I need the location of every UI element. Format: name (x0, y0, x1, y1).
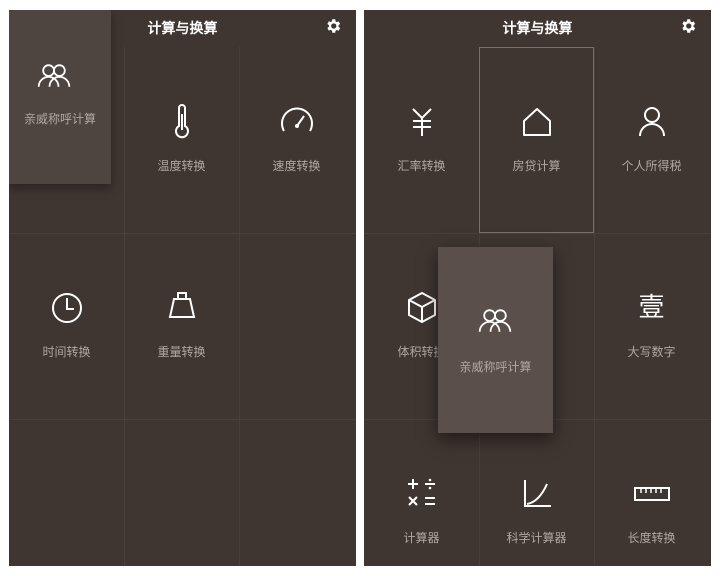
tool-label: 汇率转换 (397, 159, 446, 173)
curve-icon (523, 480, 551, 507)
gear-icon[interactable] (324, 17, 342, 35)
tool-scientific-calculator[interactable]: 科学计算器 (479, 419, 594, 566)
tool-label: 大写数字 (627, 345, 676, 359)
tool-label: 温度转换 (157, 159, 206, 173)
tool-label: 亲威称呼计算 (23, 112, 96, 126)
tool-speed[interactable]: 速度转换 (239, 47, 354, 233)
tool-chinese-numerals[interactable]: 壹 大写数字 (594, 233, 709, 419)
tool-income-tax[interactable]: 个人所得税 (594, 47, 709, 233)
tool-length[interactable]: 长度转换 (594, 419, 709, 566)
dragged-tool-relatives[interactable]: 亲威称呼计算 (438, 247, 553, 433)
yen-icon (411, 108, 432, 136)
calculator-icon (407, 478, 435, 506)
relatives-icon (37, 64, 71, 87)
ruler-icon (633, 487, 670, 501)
tool-time[interactable]: 时间转换 (9, 233, 124, 419)
tool-label: 亲威称呼计算 (459, 360, 532, 374)
house-icon (522, 108, 551, 136)
page-title: 计算与换算 (502, 21, 573, 37)
tool-label: 计算器 (403, 531, 440, 545)
tool-label: 时间转换 (42, 345, 91, 359)
chinese-numeral-icon: 壹 (638, 293, 665, 323)
tool-weight[interactable]: 重量转换 (124, 233, 239, 419)
relatives-icon (478, 309, 512, 332)
tool-calculator[interactable]: 计算器 (364, 419, 479, 566)
clock-icon (51, 293, 82, 323)
tool-label: 长度转换 (627, 531, 676, 545)
right-screen: 计算与换算 汇率转换 房贷计算 个人所得税 体积转换 壹 大写数字 计算器 科学… (364, 10, 711, 566)
tool-label: 个人所得税 (621, 159, 682, 173)
dragged-tool-relatives[interactable]: 亲威称呼计算 (9, 10, 111, 184)
tool-temperature[interactable]: 温度转换 (124, 47, 239, 233)
cube-icon (407, 292, 436, 323)
tool-label: 速度转换 (272, 159, 321, 173)
person-icon (638, 107, 665, 137)
tool-mortgage[interactable]: 房贷计算 (479, 47, 594, 233)
tool-label: 重量转换 (157, 345, 206, 359)
thermometer-icon (174, 104, 189, 139)
gear-icon[interactable] (679, 17, 697, 35)
speedometer-icon (280, 107, 313, 132)
tool-label: 科学计算器 (506, 531, 567, 545)
left-screen: 计算与换算 温度转换 速度转换 时间转换 重量转换 亲威称呼计算 (9, 10, 356, 566)
weight-icon (168, 292, 195, 318)
tool-label: 房贷计算 (512, 159, 561, 173)
tool-exchange-rate[interactable]: 汇率转换 (364, 47, 479, 233)
header: 计算与换算 (364, 10, 711, 47)
